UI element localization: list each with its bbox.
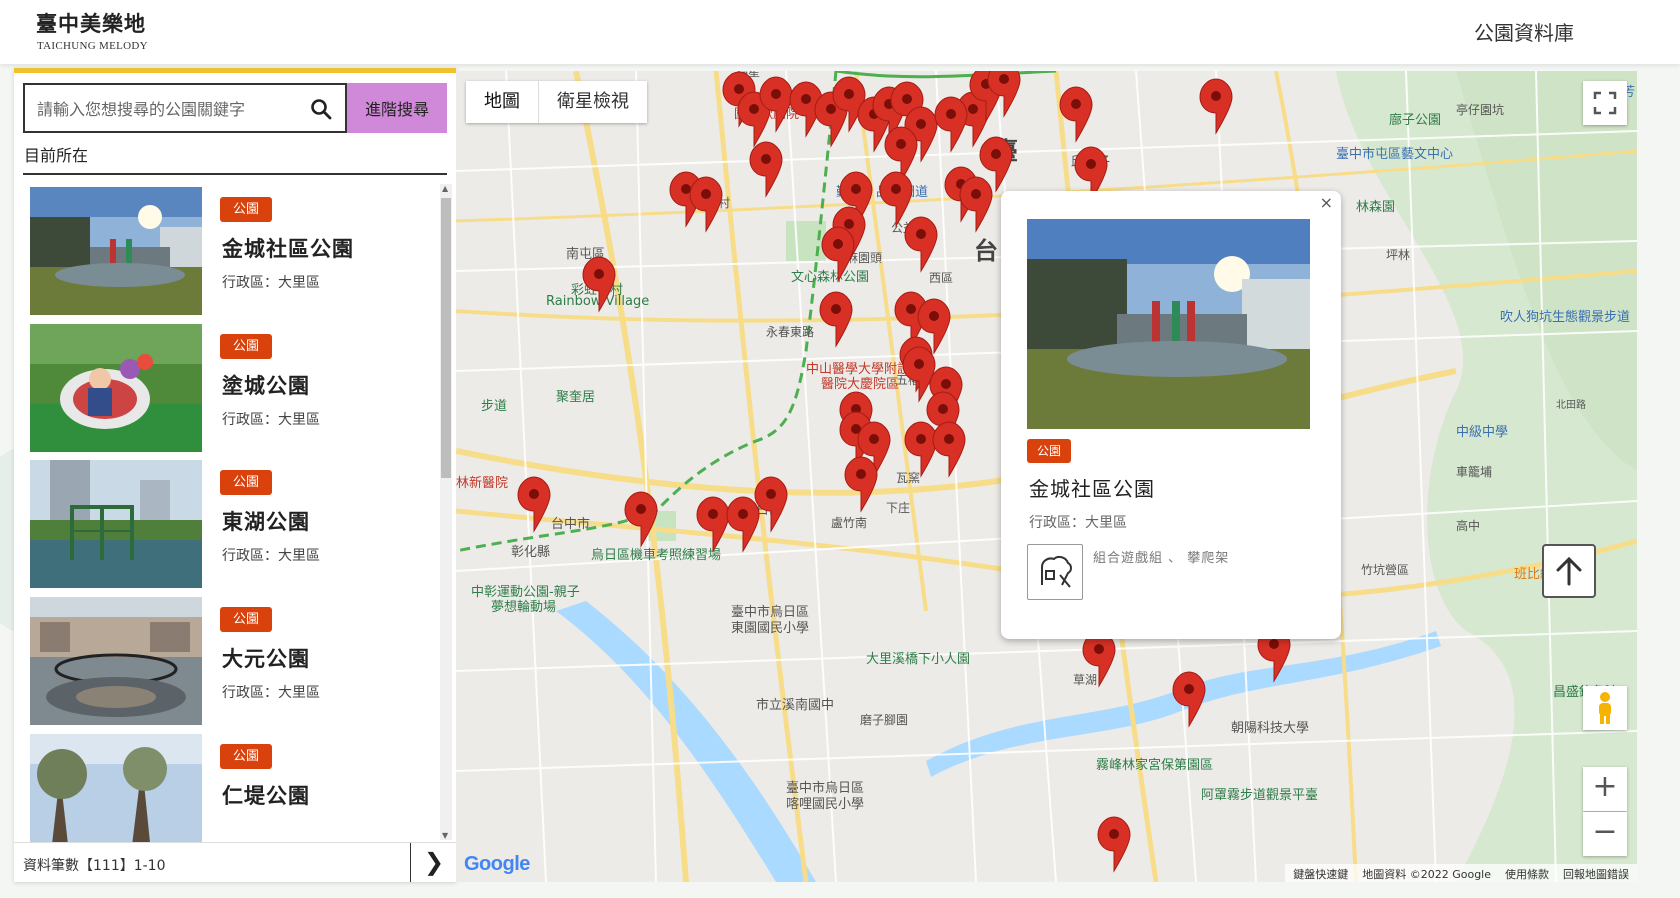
site-header: 臺中美樂地 TAICHUNG MELODY 公園資料庫	[0, 0, 1680, 64]
park-name[interactable]: 仁堤公園	[222, 780, 310, 810]
chevron-right-icon: ❯	[424, 848, 445, 876]
advanced-search-button[interactable]: 進階搜尋	[347, 83, 447, 133]
park-type-tag: 公園	[220, 197, 272, 222]
next-page-button[interactable]: ❯	[410, 843, 456, 882]
list-item[interactable]: 公園 塗城公園 行政區：大里區	[30, 324, 420, 454]
scroll-down-arrow-icon[interactable]: ▼	[442, 831, 448, 840]
nav-park-database-link[interactable]: 公園資料庫	[1474, 17, 1574, 46]
list-footer: 資料筆數【111】1-10 ❯	[14, 842, 456, 882]
park-list: 公園 金城社區公園 行政區：大里區 公園 塗城公園 行政區：大里區 公園 東湖公…	[14, 187, 432, 845]
park-info-window: × 公園 金城社區公園 行政區：大里區 組合遊戲組 、 攀爬架	[1001, 191, 1341, 639]
map-type-toggle: 地圖 衛星檢視	[466, 81, 647, 123]
park-type-tag: 公園	[220, 744, 272, 769]
accent-bar	[14, 68, 456, 73]
info-park-name: 金城社區公園	[1029, 477, 1155, 501]
park-name[interactable]: 金城社區公園	[222, 233, 354, 263]
arrow-up-icon	[1556, 556, 1582, 586]
logo-title[interactable]: 臺中美樂地	[36, 8, 146, 38]
satellite-view-button[interactable]: 衛星檢視	[539, 81, 647, 123]
google-logo: Google	[464, 853, 530, 875]
zoom-out-button[interactable]: −	[1583, 812, 1627, 856]
back-to-top-button[interactable]	[1542, 544, 1596, 598]
map-data-credit: 地圖資料 ©2022 Google	[1362, 868, 1491, 881]
park-district: 行政區：大里區	[222, 275, 320, 291]
park-name[interactable]: 東湖公園	[222, 506, 310, 536]
park-thumbnail	[30, 460, 202, 588]
map-attribution: 鍵盤快速鍵 地圖資料 ©2022 Google 使用條款 回報地圖錯誤	[1285, 864, 1637, 882]
park-thumbnail	[30, 324, 202, 452]
park-district: 行政區：大里區	[222, 685, 320, 701]
search-box	[23, 83, 347, 133]
park-type-tag: 公園	[220, 470, 272, 495]
slide-facility-icon	[1027, 544, 1083, 600]
park-name[interactable]: 塗城公園	[222, 370, 310, 400]
list-item[interactable]: 公園 大元公園 行政區：大里區	[30, 597, 420, 727]
zoom-in-button[interactable]: +	[1583, 767, 1627, 811]
close-icon[interactable]: ×	[1320, 193, 1333, 212]
terms-link[interactable]: 使用條款	[1505, 866, 1549, 881]
fullscreen-icon	[1593, 91, 1617, 115]
search-icon[interactable]	[309, 97, 333, 121]
record-count: 資料筆數【111】1-10	[23, 858, 166, 874]
park-district: 行政區：大里區	[222, 548, 320, 564]
park-type-tag: 公園	[220, 334, 272, 359]
search-input[interactable]	[37, 95, 297, 123]
park-type-tag: 公園	[1027, 439, 1071, 463]
divider	[23, 173, 447, 175]
list-item[interactable]: 公園 仁堤公園	[30, 734, 420, 845]
info-facility-list: 組合遊戲組 、 攀爬架	[1093, 551, 1230, 566]
list-item[interactable]: 公園 東湖公園 行政區：大里區	[30, 460, 420, 590]
info-park-district: 行政區：大里區	[1029, 515, 1127, 531]
fullscreen-button[interactable]	[1583, 81, 1627, 125]
pegman-icon	[1599, 692, 1611, 724]
park-district: 行政區：大里區	[222, 412, 320, 428]
park-list-panel: 進階搜尋 目前所在 公園 金城社區公園 行	[14, 68, 456, 882]
park-thumbnail	[30, 187, 202, 315]
park-type-tag: 公園	[220, 607, 272, 632]
current-location-label[interactable]: 目前所在	[24, 142, 88, 166]
logo-subtitle: TAICHUNG MELODY	[37, 40, 148, 52]
map-view-button[interactable]: 地圖	[466, 81, 538, 123]
park-thumbnail	[30, 734, 202, 845]
report-error-link[interactable]: 回報地圖錯誤	[1563, 866, 1629, 881]
park-name[interactable]: 大元公園	[222, 643, 310, 673]
park-photo	[1027, 219, 1310, 429]
park-thumbnail	[30, 597, 202, 725]
keyboard-shortcuts-link[interactable]: 鍵盤快速鍵	[1293, 866, 1348, 881]
list-scrollbar[interactable]: ▲ ▼	[440, 184, 452, 840]
list-item[interactable]: 公園 金城社區公園 行政區：大里區	[30, 187, 420, 317]
street-view-button[interactable]	[1583, 686, 1627, 730]
scrollbar-thumb[interactable]	[441, 198, 451, 478]
scroll-up-arrow-icon[interactable]: ▲	[442, 184, 448, 193]
